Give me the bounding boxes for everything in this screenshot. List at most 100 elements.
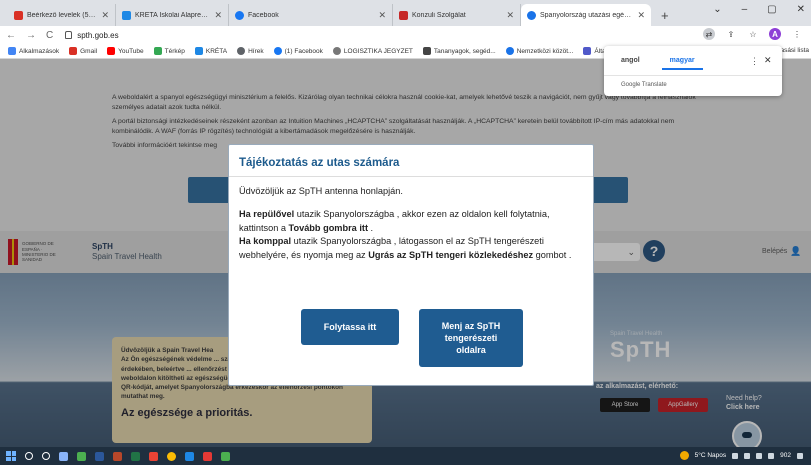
more-options-icon[interactable]: ⋮ [750, 56, 759, 67]
sea-link-text: Ugrás az SpTH tengeri közlekedéshez [368, 250, 534, 261]
tab-spth[interactable]: Spanyolország utazási egészség ✕ [521, 4, 651, 26]
maximize-button[interactable]: ▢ [767, 4, 776, 15]
traveller-info-dialog: Tájékoztatás az utas számára Üdvözöljük … [228, 144, 594, 386]
tab-kreta[interactable]: KRÉTA Iskolai Alaprendszer ✕ [116, 4, 229, 26]
tab-target-language[interactable]: magyar [661, 57, 703, 70]
bookmark-label: LOGISZTIKA JEGYZET [343, 47, 413, 55]
gmail-icon [69, 47, 78, 55]
globe-icon [527, 10, 536, 20]
tab-konzuli[interactable]: Konzuli Szolgálat ✕ [393, 4, 521, 26]
continue-link-text: Tovább gombra itt [288, 222, 368, 233]
bookmark-label: Gmail [80, 47, 98, 55]
app-icon[interactable] [221, 451, 230, 461]
network-icon[interactable] [756, 452, 763, 459]
windows-start-icon[interactable] [6, 451, 16, 461]
youtube-icon [107, 47, 116, 55]
bookmark-youtube[interactable]: YouTube [107, 47, 144, 55]
go-to-maritime-site-button[interactable]: Menj az SpTH tengerészeti oldalra [419, 309, 523, 367]
maps-icon [153, 47, 162, 55]
profile-avatar[interactable]: A [769, 28, 781, 40]
close-icon[interactable]: ✕ [637, 10, 645, 21]
teams-icon [583, 47, 592, 55]
url-text: spth.gob.es [77, 30, 119, 40]
close-icon[interactable]: ✕ [506, 10, 514, 21]
bookmark-logisztika[interactable]: LOGISZTIKA JEGYZET [332, 47, 413, 55]
share-icon[interactable]: ⇪ [725, 28, 737, 40]
globe-icon [505, 47, 514, 55]
lock-icon [65, 31, 73, 39]
tray-icon[interactable] [732, 452, 739, 459]
bookmark-apps[interactable]: Alkalmazások [8, 47, 59, 55]
close-icon[interactable]: ✕ [378, 10, 386, 21]
bookmark-label: KRÉTA [205, 47, 228, 55]
translate-popup: angol magyar ⋮ ✕ Google Translate [604, 46, 782, 96]
system-tray: 5°C Napos 902 [679, 451, 803, 460]
clock[interactable]: 902 [780, 452, 791, 459]
welcome-text: Üdvözöljük az SpTH antenna honlapján. [239, 186, 403, 196]
air-travel-text: Ha repülővel utazik Spanyolországba , ak… [239, 208, 583, 236]
tab-gmail[interactable]: Beérkező levelek (522) - hegyi.a ✕ [8, 4, 116, 26]
globe-icon [237, 47, 246, 55]
bookmark-label: Nemzetközi közöt... [516, 47, 574, 55]
file-explorer-icon[interactable] [77, 451, 86, 461]
bookmark-tananyagok[interactable]: Tananyagok, segéd... [422, 47, 496, 55]
taskbar: 5°C Napos 902 [0, 447, 811, 465]
tab-search-icon[interactable]: ⌄ [713, 4, 721, 15]
bookmark-maps[interactable]: Térkép [153, 47, 185, 55]
bookmark-gmail[interactable]: Gmail [69, 47, 97, 55]
tab-facebook[interactable]: Facebook ✕ [229, 4, 393, 26]
close-icon[interactable]: ✕ [764, 55, 772, 66]
bookmark-facebook[interactable]: (1) Facebook [273, 47, 323, 55]
dialog-actions: Folytassa itt Menj az SpTH tengerészeti … [229, 309, 595, 367]
translate-icon[interactable]: ⇄ [703, 28, 715, 40]
app-icon[interactable] [203, 451, 212, 461]
air-travel-end: . [368, 222, 374, 233]
notification-icon[interactable] [797, 452, 803, 459]
browser-toolbar: ← → C spth.gob.es ⇄ ⇪ ☆ A ⋮ [0, 26, 811, 44]
chrome-icon[interactable] [167, 451, 176, 461]
page-content: A weboldalért a spanyol egészségügyi min… [0, 59, 811, 447]
bookmark-label: (1) Facebook [284, 47, 323, 55]
browser-tab-strip: Beérkező levelek (522) - hegyi.a ✕ KRÉTA… [0, 0, 811, 26]
bookmark-nemzetkozi[interactable]: Nemzetközi közöt... [505, 47, 574, 55]
close-window-button[interactable]: ✕ [797, 4, 805, 15]
app-icon[interactable] [185, 451, 194, 461]
bookmark-label: Tananyagok, segéd... [433, 47, 496, 55]
tab-label: Facebook [248, 11, 279, 19]
search-icon[interactable] [25, 452, 33, 460]
bookmark-kreta[interactable]: KRÉTA [194, 47, 228, 55]
close-icon[interactable]: ✕ [214, 10, 222, 21]
apps-grid-icon [8, 47, 16, 55]
new-tab-button[interactable]: + [651, 4, 679, 26]
bookmark-news[interactable]: Hírek [237, 47, 264, 55]
word-icon[interactable] [95, 451, 104, 461]
close-icon[interactable]: ✕ [101, 10, 109, 21]
bookmark-label: Térkép [164, 47, 185, 55]
divider [229, 176, 593, 177]
weather-text[interactable]: 5°C Napos [695, 452, 727, 459]
kreta-icon [194, 47, 203, 55]
volume-icon[interactable] [768, 452, 775, 459]
forward-icon[interactable]: → [26, 30, 36, 41]
back-icon[interactable]: ← [6, 30, 16, 41]
powerpoint-icon[interactable] [113, 451, 122, 461]
divider [604, 75, 782, 76]
weather-icon[interactable] [679, 451, 689, 460]
dialog-title: Tájékoztatás az utas számára [239, 157, 400, 169]
continue-here-button[interactable]: Folytassa itt [301, 309, 399, 345]
minimize-button[interactable]: – [742, 4, 748, 15]
tray-icon[interactable] [744, 452, 751, 459]
menu-icon[interactable]: ⋮ [791, 28, 803, 40]
app-icon[interactable] [149, 451, 158, 461]
tab-source-language[interactable]: angol [621, 57, 640, 70]
task-view-icon[interactable] [59, 451, 68, 461]
cortana-icon[interactable] [42, 452, 50, 460]
bookmark-star-icon[interactable]: ☆ [747, 28, 759, 40]
translate-brand: Google Translate [621, 82, 667, 88]
globe-icon [332, 47, 341, 55]
bookmark-label: YouTube [118, 47, 144, 55]
reload-icon[interactable]: C [46, 30, 53, 41]
tab-label: Konzuli Szolgálat [412, 11, 466, 19]
address-bar[interactable]: spth.gob.es [65, 30, 119, 40]
excel-icon[interactable] [131, 451, 140, 461]
